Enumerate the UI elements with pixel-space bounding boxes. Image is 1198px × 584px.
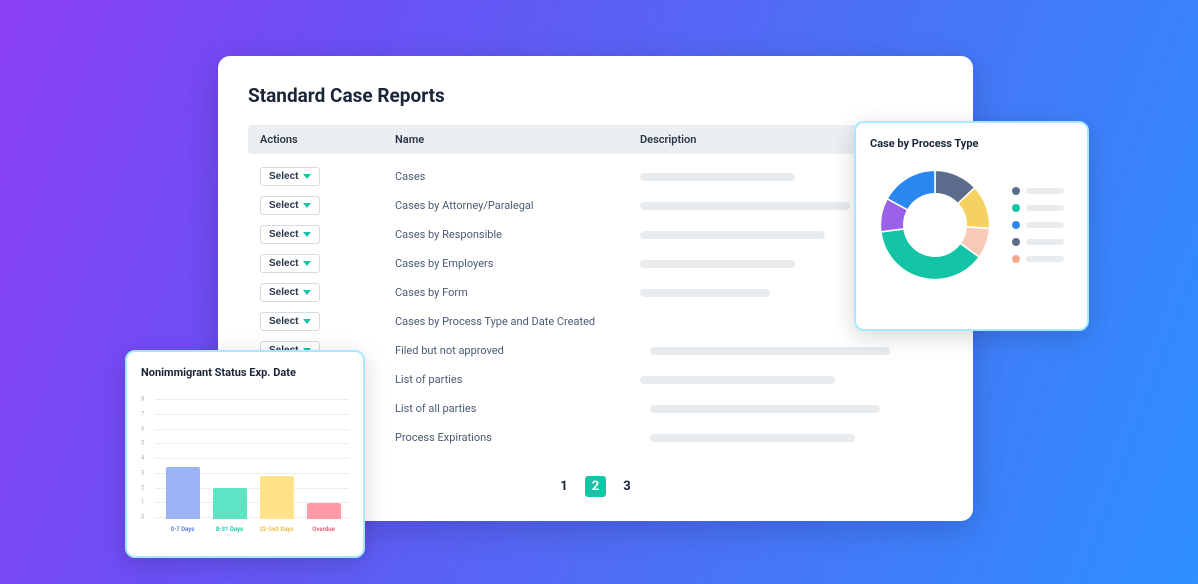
report-name: List of all parties: [395, 402, 640, 415]
skeleton-bar: [650, 347, 890, 355]
y-tick-label: 8: [141, 396, 144, 403]
report-name: Process Expirations: [395, 431, 640, 444]
table-row: Select Cases by Process Type and Date Cre…: [248, 307, 943, 336]
chevron-down-icon: [303, 232, 311, 237]
legend-dot-icon: [1012, 255, 1020, 263]
report-name: Filed but not approved: [395, 344, 640, 357]
y-tick-label: 1: [141, 499, 144, 506]
report-name: List of parties: [395, 373, 640, 386]
bar: [260, 476, 294, 519]
page-title: Standard Case Reports: [248, 84, 943, 107]
donut-chart-card: Case by Process Type: [854, 121, 1089, 331]
table-row: Select Cases by Employers: [248, 249, 943, 278]
select-button[interactable]: Select: [260, 167, 320, 186]
bar: [166, 467, 200, 519]
select-button[interactable]: Select: [260, 283, 320, 302]
table-header: Actions Name Description: [248, 125, 943, 154]
chevron-down-icon: [303, 174, 311, 179]
legend-item: [1012, 255, 1064, 263]
table-row: Select Cases: [248, 162, 943, 191]
report-name: Cases by Responsible: [395, 228, 640, 241]
report-description: [640, 347, 931, 355]
skeleton-bar: [640, 289, 770, 297]
y-tick-label: 3: [141, 469, 144, 476]
report-name: Cases by Form: [395, 286, 640, 299]
skeleton-bar: [640, 376, 835, 384]
skeleton-bar: [650, 405, 880, 413]
legend-item: [1012, 221, 1064, 229]
legend-item: [1012, 187, 1064, 195]
legend-dot-icon: [1012, 238, 1020, 246]
bars-container: [159, 401, 347, 519]
x-tick-label: Overdue: [302, 526, 346, 533]
y-tick-label: 0: [141, 514, 144, 521]
table-row: Select Cases by Responsible: [248, 220, 943, 249]
y-tick-label: 7: [141, 410, 144, 417]
y-tick-label: 2: [141, 484, 144, 491]
col-header-actions: Actions: [260, 133, 395, 146]
bar-chart-area: 0 1 2 3 4 5 6 7 8 0-7 Days8-31 Days32-360 DaysOve…: [141, 385, 349, 535]
bar: [213, 488, 247, 519]
select-button[interactable]: Select: [260, 312, 320, 331]
report-description: [640, 434, 931, 442]
legend-item: [1012, 204, 1064, 212]
legend-skeleton: [1026, 188, 1064, 194]
legend-dot-icon: [1012, 204, 1020, 212]
report-description: [640, 405, 931, 413]
select-label: Select: [269, 229, 298, 240]
donut-chart: [870, 160, 1000, 290]
page-1[interactable]: 1: [553, 476, 574, 497]
col-header-name: Name: [395, 133, 640, 146]
report-name: Cases: [395, 170, 640, 183]
donut-chart-title: Case by Process Type: [870, 137, 1073, 150]
bar-chart-card: Nonimmigrant Status Exp. Date 0123456780…: [125, 350, 365, 558]
report-description: [640, 376, 931, 384]
legend-skeleton: [1026, 222, 1064, 228]
legend-dot-icon: [1012, 221, 1020, 229]
x-tick-label: 0-7 Days: [161, 526, 205, 533]
page-3[interactable]: 3: [616, 476, 637, 497]
bar: [307, 503, 341, 519]
legend-skeleton: [1026, 256, 1064, 262]
legend-skeleton: [1026, 239, 1064, 245]
select-button[interactable]: Select: [260, 254, 320, 273]
skeleton-bar: [640, 202, 850, 210]
legend-dot-icon: [1012, 187, 1020, 195]
skeleton-bar: [640, 231, 825, 239]
y-tick-label: 4: [141, 455, 144, 462]
page-2[interactable]: 2: [585, 476, 606, 497]
select-button[interactable]: Select: [260, 225, 320, 244]
skeleton-bar: [640, 173, 795, 181]
select-label: Select: [269, 200, 298, 211]
legend-skeleton: [1026, 205, 1064, 211]
legend-item: [1012, 238, 1064, 246]
x-labels: 0-7 Days8-31 Days32-360 DaysOverdue: [159, 526, 347, 533]
chevron-down-icon: [303, 290, 311, 295]
select-button[interactable]: Select: [260, 196, 320, 215]
x-tick-label: 32-360 Days: [255, 526, 299, 533]
chevron-down-icon: [303, 203, 311, 208]
select-label: Select: [269, 258, 298, 269]
report-name: Cases by Attorney/Paralegal: [395, 199, 640, 212]
skeleton-bar: [640, 260, 795, 268]
table-row: Select Cases by Attorney/Paralegal: [248, 191, 943, 220]
skeleton-bar: [650, 434, 855, 442]
chevron-down-icon: [303, 319, 311, 324]
select-label: Select: [269, 287, 298, 298]
grid-line: [155, 399, 349, 400]
x-tick-label: 8-31 Days: [208, 526, 252, 533]
chevron-down-icon: [303, 261, 311, 266]
select-label: Select: [269, 171, 298, 182]
report-name: Cases by Employers: [395, 257, 640, 270]
y-tick-label: 6: [141, 425, 144, 432]
table-row: Select Cases by Form: [248, 278, 943, 307]
bar-chart-title: Nonimmigrant Status Exp. Date: [141, 366, 349, 379]
select-label: Select: [269, 316, 298, 327]
donut-legend: [1012, 187, 1064, 263]
y-tick-label: 5: [141, 440, 144, 447]
report-name: Cases by Process Type and Date Created: [395, 315, 640, 328]
